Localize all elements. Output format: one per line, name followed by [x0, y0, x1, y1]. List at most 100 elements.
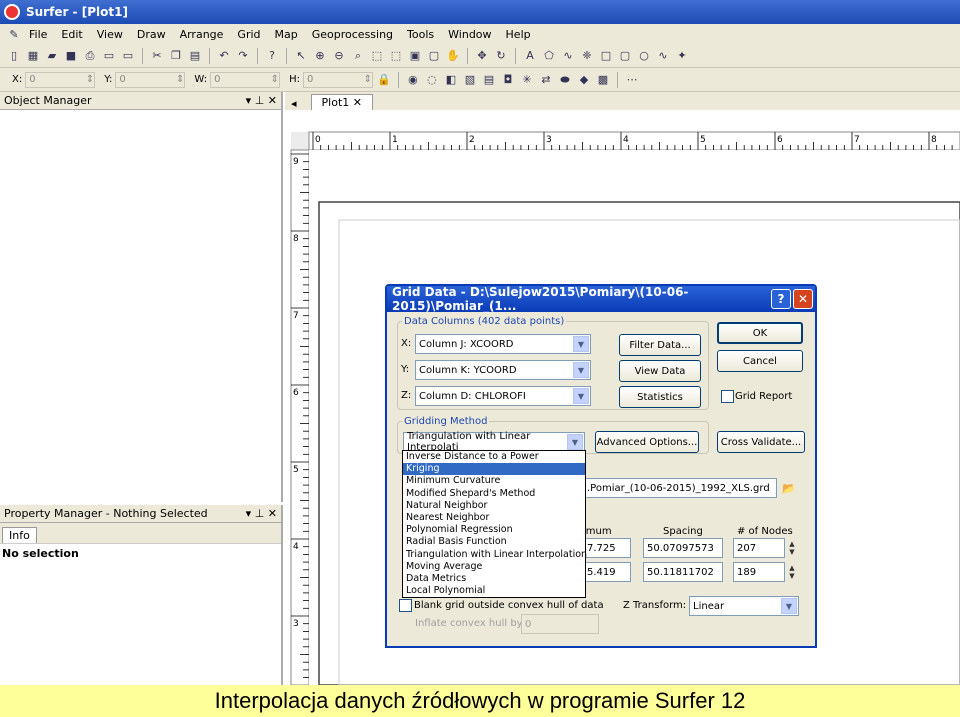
vector-map-icon[interactable]: ✳ [519, 72, 535, 88]
gridding-method-select[interactable]: Triangulation with Linear Interpolati ▼ [403, 431, 585, 453]
menu-file[interactable]: File [22, 28, 54, 41]
contour-map-icon[interactable]: ◉ [405, 72, 421, 88]
filter-data-button[interactable]: Filter Data... [619, 334, 701, 356]
z-transform-select[interactable]: Linear ▼ [689, 596, 799, 616]
x-nodes-input[interactable]: 207 [733, 538, 785, 558]
open-folder-icon[interactable]: 📂 [781, 480, 797, 496]
statistics-button[interactable]: Statistics [619, 386, 701, 408]
tab-plot1[interactable]: Plot1 ✕ [310, 94, 373, 110]
select-arrow-icon[interactable]: ↖ [293, 48, 309, 64]
h-input[interactable]: 0 ⇕ [302, 71, 373, 88]
x-nodes-spinner[interactable]: ▲ ▼ [785, 539, 799, 557]
zoom-page-icon[interactable]: ⬚ [369, 48, 385, 64]
help-icon[interactable]: ? [264, 48, 280, 64]
print-preview-icon[interactable]: ▭ [101, 48, 117, 64]
dropdown-option[interactable]: Nearest Neighbor [403, 512, 585, 524]
zoom-out-icon[interactable]: ⊖ [331, 48, 347, 64]
z-column-select[interactable]: Column D: CHLOROFI ▼ [415, 386, 591, 406]
menu-geoprocessing[interactable]: Geoprocessing [305, 28, 400, 41]
zoom-in-icon[interactable]: ⊕ [312, 48, 328, 64]
menu-map[interactable]: Map [268, 28, 305, 41]
y-nodes-spinner[interactable]: ▲ ▼ [785, 563, 799, 581]
cross-validate-button[interactable]: Cross Validate... [717, 431, 805, 453]
3d-view-icon[interactable]: ▩ [595, 72, 611, 88]
x-input[interactable]: 0 ⇕ [25, 71, 96, 88]
new-icon[interactable]: ▯ [6, 48, 22, 64]
cancel-button[interactable]: Cancel [717, 350, 803, 372]
dropdown-option[interactable]: Local Polynomial [403, 585, 585, 597]
dropdown-option[interactable]: Triangulation with Linear Interpolation [403, 549, 587, 561]
lock-icon[interactable]: 🔒 [376, 72, 392, 88]
menu-tools[interactable]: Tools [400, 28, 441, 41]
close-button[interactable]: ✕ [793, 289, 813, 309]
menu-help[interactable]: Help [499, 28, 538, 41]
inflate-input[interactable]: 0 [521, 614, 599, 634]
output-grid-file-input[interactable]: .Pomiar_(10-06-2015)_1992_XLS.grd [583, 478, 777, 498]
zoom-selected-icon[interactable]: ▣ [407, 48, 423, 64]
advanced-options-button[interactable]: Advanced Options... [595, 431, 699, 453]
cut-icon[interactable]: ✂ [149, 48, 165, 64]
dropdown-option[interactable]: Kriging [403, 463, 585, 476]
spline-icon[interactable]: ∿ [655, 48, 671, 64]
y-column-select[interactable]: Column K: YCOORD ▼ [415, 360, 591, 380]
shaded-relief-icon[interactable]: ◘ [500, 72, 516, 88]
dropdown-option[interactable]: Polynomial Regression [403, 524, 585, 536]
ok-button[interactable]: OK [717, 322, 803, 344]
menu-edit[interactable]: Edit [54, 28, 89, 41]
surface-icon[interactable]: ◆ [576, 72, 592, 88]
y-spacing-input[interactable]: 50.11811702 [643, 562, 723, 582]
y-minimum-input[interactable]: 5.419 [583, 562, 631, 582]
x-minimum-input[interactable]: 7.725 [583, 538, 631, 558]
add-layer-icon[interactable]: ⋯ [624, 72, 640, 88]
redo-icon[interactable]: ↷ [235, 48, 251, 64]
menu-grid[interactable]: Grid [230, 28, 267, 41]
undo-icon[interactable]: ↶ [216, 48, 232, 64]
tab-info[interactable]: Info [2, 527, 37, 543]
w-input[interactable]: 0 ⇕ [210, 71, 281, 88]
panel-controls[interactable]: ▾ ⊥ ✕ [246, 507, 277, 520]
view-data-button[interactable]: View Data [619, 360, 701, 382]
polyline-icon[interactable]: ∿ [560, 48, 576, 64]
dropdown-option[interactable]: Moving Average [403, 561, 585, 573]
rectangle-icon[interactable]: □ [598, 48, 614, 64]
zoom-actual-icon[interactable]: ▢ [426, 48, 442, 64]
menu-pen-icon[interactable]: ✎ [6, 26, 22, 42]
symbol-icon[interactable]: ❈ [579, 48, 595, 64]
grid-report-checkbox[interactable] [721, 390, 734, 403]
help-button[interactable]: ? [771, 289, 791, 309]
y-input[interactable]: 0 ⇕ [115, 71, 186, 88]
classed-post-icon[interactable]: ▧ [462, 72, 478, 88]
polygon-icon[interactable]: ⬠ [541, 48, 557, 64]
post-map-icon[interactable]: ◧ [443, 72, 459, 88]
wireframe-icon[interactable]: ⬬ [557, 72, 573, 88]
menu-arrange[interactable]: Arrange [173, 28, 231, 41]
reshape-icon[interactable]: ✦ [674, 48, 690, 64]
rotate-icon[interactable]: ↻ [493, 48, 509, 64]
move-icon[interactable]: ✥ [474, 48, 490, 64]
base-map-icon[interactable]: ◌ [424, 72, 440, 88]
open-icon[interactable]: ▰ [44, 48, 60, 64]
save-icon[interactable]: ■ [63, 48, 79, 64]
tab-scroll-left-icon[interactable]: ◂ [291, 97, 297, 110]
new-worksheet-icon[interactable]: ▦ [25, 48, 41, 64]
dropdown-option[interactable]: Minimum Curvature [403, 475, 585, 487]
dropdown-option[interactable]: Data Metrics [403, 573, 585, 585]
x-column-select[interactable]: Column J: XCOORD ▼ [415, 334, 591, 354]
text-icon[interactable]: A [522, 48, 538, 64]
copy-icon[interactable]: ❐ [168, 48, 184, 64]
dropdown-option[interactable]: Inverse Distance to a Power [403, 451, 585, 463]
panel-controls[interactable]: ▾ ⊥ ✕ [246, 94, 277, 107]
menu-view[interactable]: View [90, 28, 130, 41]
zoom-rect-icon[interactable]: ⌕ [350, 48, 366, 64]
rounded-rect-icon[interactable]: ▢ [617, 48, 633, 64]
dropdown-option[interactable]: Modified Shepard's Method [403, 488, 585, 500]
menu-draw[interactable]: Draw [130, 28, 173, 41]
menu-window[interactable]: Window [441, 28, 498, 41]
ellipse-icon[interactable]: ○ [636, 48, 652, 64]
print-icon[interactable]: ⎙ [82, 48, 98, 64]
dropdown-option[interactable]: Natural Neighbor [403, 500, 585, 512]
blank-grid-checkbox[interactable] [399, 599, 412, 612]
dropdown-option[interactable]: Radial Basis Function [403, 536, 585, 548]
y-nodes-input[interactable]: 189 [733, 562, 785, 582]
zoom-fit-icon[interactable]: ⬚ [388, 48, 404, 64]
